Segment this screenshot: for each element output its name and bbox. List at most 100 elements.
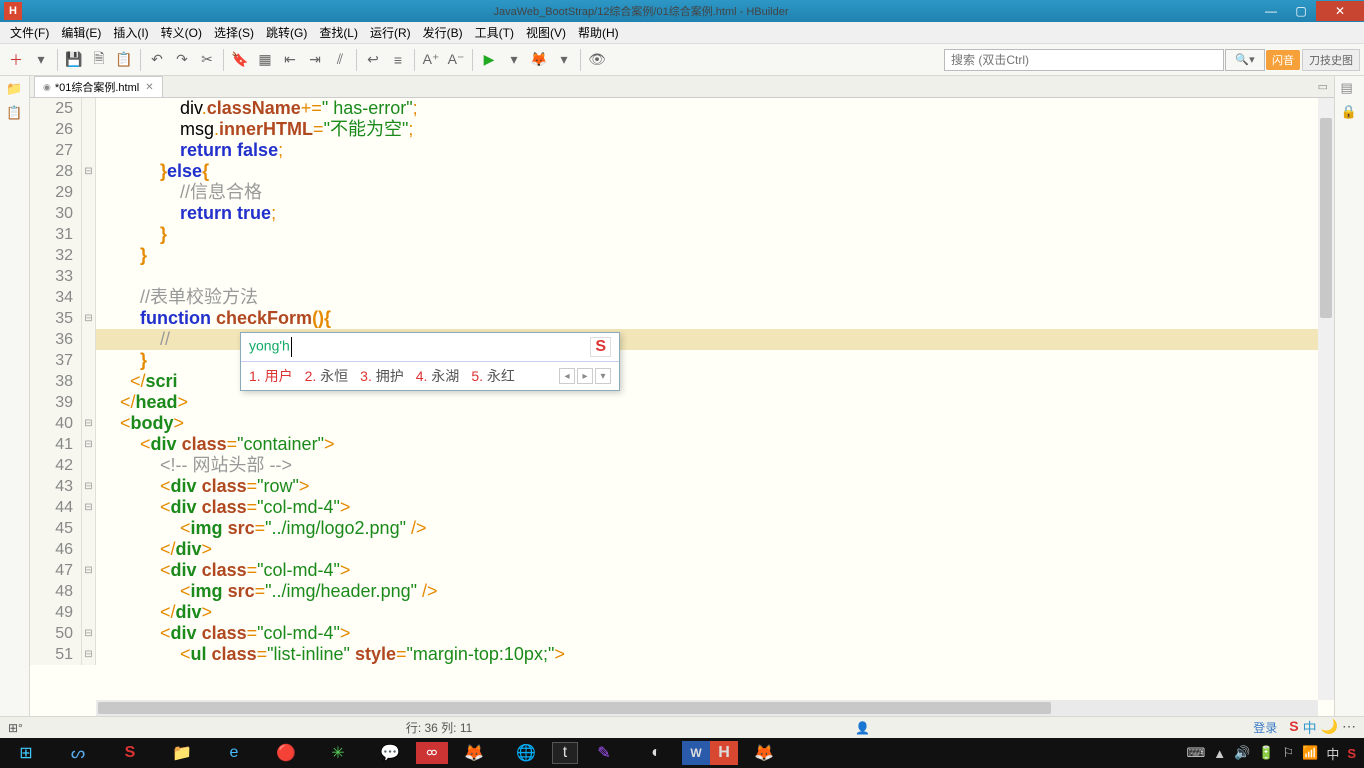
toggle-button[interactable]: ▦ — [253, 48, 277, 72]
taskbar-app-3[interactable]: 🔴 — [260, 738, 312, 768]
menu-item[interactable]: 帮助(H) — [572, 22, 625, 43]
code-text[interactable]: } — [96, 245, 147, 266]
code-text[interactable]: }else{ — [96, 161, 209, 182]
code-line[interactable]: 34 //表单校验方法 — [30, 287, 1334, 308]
code-line[interactable]: 30 return true; — [30, 203, 1334, 224]
new-dropdown[interactable]: ▾ — [29, 48, 53, 72]
close-button[interactable]: ✕ — [1316, 1, 1364, 21]
fold-gutter[interactable]: ⊟ — [82, 308, 96, 329]
font-smaller-button[interactable]: A⁻ — [444, 48, 468, 72]
horizontal-scrollbar[interactable] — [96, 700, 1318, 716]
fold-gutter[interactable] — [82, 539, 96, 560]
badge-a[interactable]: 闪音 — [1266, 50, 1300, 70]
menu-item[interactable]: 文件(F) — [4, 22, 55, 43]
browser-dropdown[interactable]: ▾ — [552, 48, 576, 72]
code-text[interactable]: <div class="col-md-4"> — [96, 560, 350, 581]
taskbar-app-6[interactable]: ✎ — [578, 738, 630, 768]
code-line[interactable]: 27 return false; — [30, 140, 1334, 161]
fold-gutter[interactable] — [82, 350, 96, 371]
format-button[interactable]: ≡ — [386, 48, 410, 72]
fold-gutter[interactable] — [82, 224, 96, 245]
code-line[interactable]: 48 <img src="../img/header.png" /> — [30, 581, 1334, 602]
keyboard-icon[interactable]: ⌨ — [1186, 745, 1205, 761]
menu-item[interactable]: 插入(I) — [107, 22, 154, 43]
save-button[interactable]: 💾 — [62, 48, 86, 72]
badge-b[interactable]: 刀技史图 — [1302, 49, 1360, 71]
code-line[interactable]: 33 — [30, 266, 1334, 287]
fold-gutter[interactable] — [82, 392, 96, 413]
code-text[interactable]: div.className+=" has-error"; — [96, 98, 418, 119]
taskbar-app-2[interactable]: S — [104, 738, 156, 768]
fold-gutter[interactable]: ⊟ — [82, 644, 96, 665]
menu-item[interactable]: 工具(T) — [469, 22, 520, 43]
firefox-1-icon[interactable]: 🦊 — [448, 738, 500, 768]
moon-icon[interactable]: 🌙 — [1321, 718, 1338, 738]
menu-item[interactable]: 选择(S) — [208, 22, 260, 43]
word-icon[interactable]: W — [682, 741, 710, 765]
code-line[interactable]: 44⊟ <div class="col-md-4"> — [30, 497, 1334, 518]
fold-gutter[interactable] — [82, 287, 96, 308]
tray-up-icon[interactable]: ▲ — [1213, 746, 1226, 761]
code-line[interactable]: 47⊟ <div class="col-md-4"> — [30, 560, 1334, 581]
project-icon[interactable]: 📁 — [6, 80, 24, 98]
menu-item[interactable]: 运行(R) — [364, 22, 417, 43]
code-text[interactable]: <img src="../img/logo2.png" /> — [96, 518, 427, 539]
code-text[interactable]: </div> — [96, 539, 212, 560]
code-text[interactable]: <div class="row"> — [96, 476, 309, 497]
code-text[interactable]: </div> — [96, 602, 212, 623]
code-text[interactable]: // — [96, 329, 170, 350]
battery-icon[interactable]: 🔋 — [1258, 745, 1274, 761]
minimize-button[interactable]: — — [1256, 1, 1286, 21]
code-text[interactable]: </scri — [96, 371, 178, 392]
fold-gutter[interactable]: ⊟ — [82, 560, 96, 581]
sogou-tray-icon[interactable]: S — [1289, 718, 1298, 738]
new-file-button[interactable]: ＋ — [4, 48, 28, 72]
code-text[interactable]: function checkForm(){ — [96, 308, 331, 329]
more-icon[interactable]: ⋯ — [1342, 718, 1356, 738]
ime-candidate[interactable]: 1. 用户 — [249, 366, 293, 386]
menu-item[interactable]: 查找(L) — [313, 22, 364, 43]
code-text[interactable]: <ul class="list-inline" style="margin-to… — [96, 644, 565, 665]
fold-gutter[interactable] — [82, 266, 96, 287]
run-dropdown[interactable]: ▾ — [502, 48, 526, 72]
code-line[interactable]: 37 } — [30, 350, 1334, 371]
run-button[interactable]: ▶ — [477, 48, 501, 72]
menu-item[interactable]: 跳转(G) — [260, 22, 313, 43]
fold-gutter[interactable] — [82, 581, 96, 602]
menu-item[interactable]: 编辑(E) — [55, 22, 107, 43]
ime-candidate[interactable]: 5. 永红 — [471, 366, 515, 386]
bookmark-button[interactable]: 🔖 — [228, 48, 252, 72]
code-line[interactable]: 40⊟ <body> — [30, 413, 1334, 434]
code-text[interactable]: <body> — [96, 413, 184, 434]
code-line[interactable]: 35⊟ function checkForm(){ — [30, 308, 1334, 329]
code-line[interactable]: 29 //信息合格 — [30, 182, 1334, 203]
outdent-button[interactable]: ⇥ — [303, 48, 327, 72]
start-button[interactable]: ⊞ — [0, 738, 52, 768]
taskbar-app-t[interactable]: t — [552, 742, 578, 764]
chrome-icon[interactable]: 🌐 — [500, 738, 552, 768]
menu-item[interactable]: 转义(O) — [155, 22, 208, 43]
fold-gutter[interactable]: ⊟ — [82, 434, 96, 455]
code-line[interactable]: 28⊟ }else{ — [30, 161, 1334, 182]
redo-button[interactable]: ↷ — [170, 48, 194, 72]
font-larger-button[interactable]: A⁺ — [419, 48, 443, 72]
code-line[interactable]: 50⊟ <div class="col-md-4"> — [30, 623, 1334, 644]
menu-item[interactable]: 视图(V) — [520, 22, 572, 43]
hbuilder-taskbar-icon[interactable]: H — [710, 741, 738, 765]
code-text[interactable]: } — [96, 350, 147, 371]
taskbar-app-5[interactable]: 💬 — [364, 738, 416, 768]
fold-gutter[interactable] — [82, 329, 96, 350]
editor-tab[interactable]: ◉ *01综合案例.html ✕ — [34, 76, 163, 97]
code-text[interactable]: <div class="col-md-4"> — [96, 623, 350, 644]
code-line[interactable]: 49 </div> — [30, 602, 1334, 623]
fold-gutter[interactable]: ⊟ — [82, 497, 96, 518]
code-text[interactable]: <div class="container"> — [96, 434, 334, 455]
save-all-button[interactable]: 🗎 — [87, 48, 111, 72]
code-text[interactable]: </head> — [96, 392, 188, 413]
fold-gutter[interactable] — [82, 98, 96, 119]
network-icon[interactable]: 📶 — [1302, 745, 1318, 761]
code-text[interactable]: //信息合格 — [96, 182, 262, 203]
code-line[interactable]: 26 msg.innerHTML="不能为空"; — [30, 119, 1334, 140]
maximize-button[interactable]: ▢ — [1286, 1, 1316, 21]
ime-pager[interactable]: ◂▸▾ — [559, 368, 611, 384]
